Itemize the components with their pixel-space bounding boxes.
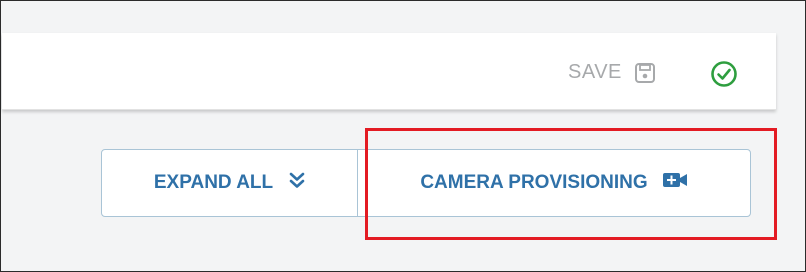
check-circle-icon bbox=[710, 60, 738, 93]
video-camera-plus-icon bbox=[662, 171, 688, 195]
camera-provisioning-button[interactable]: CAMERA PROVISIONING bbox=[358, 150, 750, 216]
app-frame: SAVE EXPAND ALL CAMERA PROVISIONING bbox=[0, 0, 806, 272]
top-toolbar: SAVE bbox=[2, 33, 776, 110]
save-button[interactable]: SAVE bbox=[568, 61, 656, 84]
action-button-group: EXPAND ALL CAMERA PROVISIONING bbox=[101, 149, 751, 217]
double-chevron-down-icon bbox=[289, 171, 305, 195]
expand-all-label: EXPAND ALL bbox=[153, 172, 274, 193]
save-label: SAVE bbox=[568, 61, 622, 83]
camera-provisioning-label: CAMERA PROVISIONING bbox=[420, 172, 648, 193]
floppy-disk-icon bbox=[634, 62, 656, 84]
expand-all-button[interactable]: EXPAND ALL bbox=[102, 150, 357, 216]
